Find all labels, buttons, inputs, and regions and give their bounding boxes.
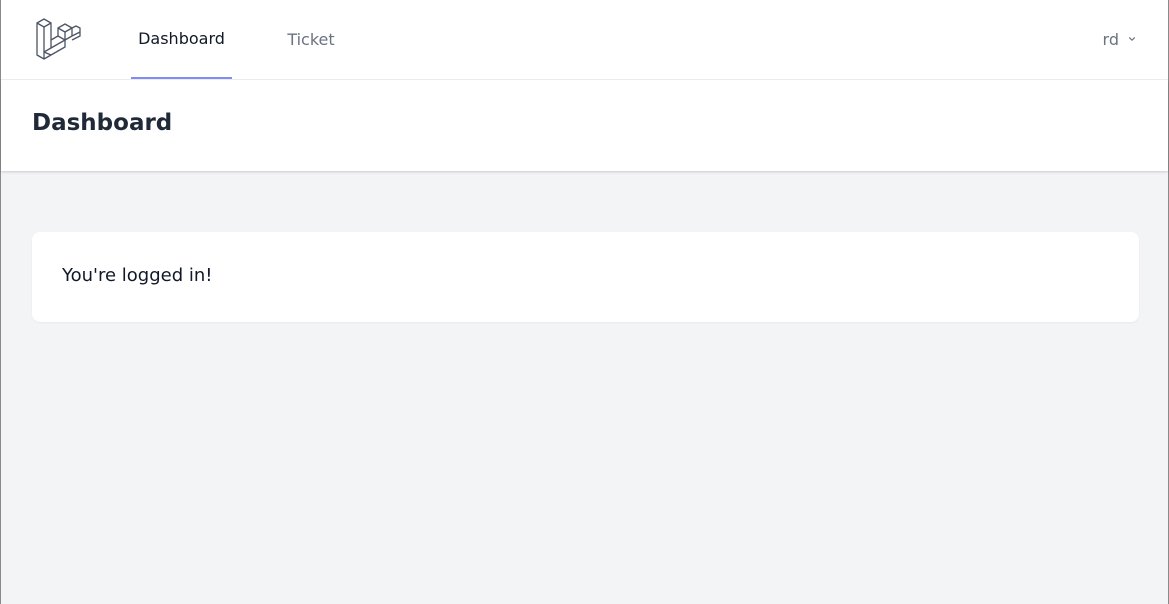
laravel-logo-icon[interactable] — [35, 16, 81, 62]
chevron-down-icon — [1126, 30, 1138, 49]
top-navigation: Dashboard Ticket rd — [1, 0, 1168, 80]
user-menu-dropdown[interactable]: rd — [1103, 27, 1138, 51]
status-card: You're logged in! — [32, 232, 1139, 322]
nav-link-dashboard[interactable]: Dashboard — [131, 0, 232, 79]
login-status-message: You're logged in! — [62, 265, 213, 286]
nav-link-ticket[interactable]: Ticket — [278, 0, 344, 79]
page-title: Dashboard — [32, 110, 173, 136]
user-name: rd — [1102, 29, 1119, 49]
page-header: Dashboard — [1, 80, 1168, 171]
